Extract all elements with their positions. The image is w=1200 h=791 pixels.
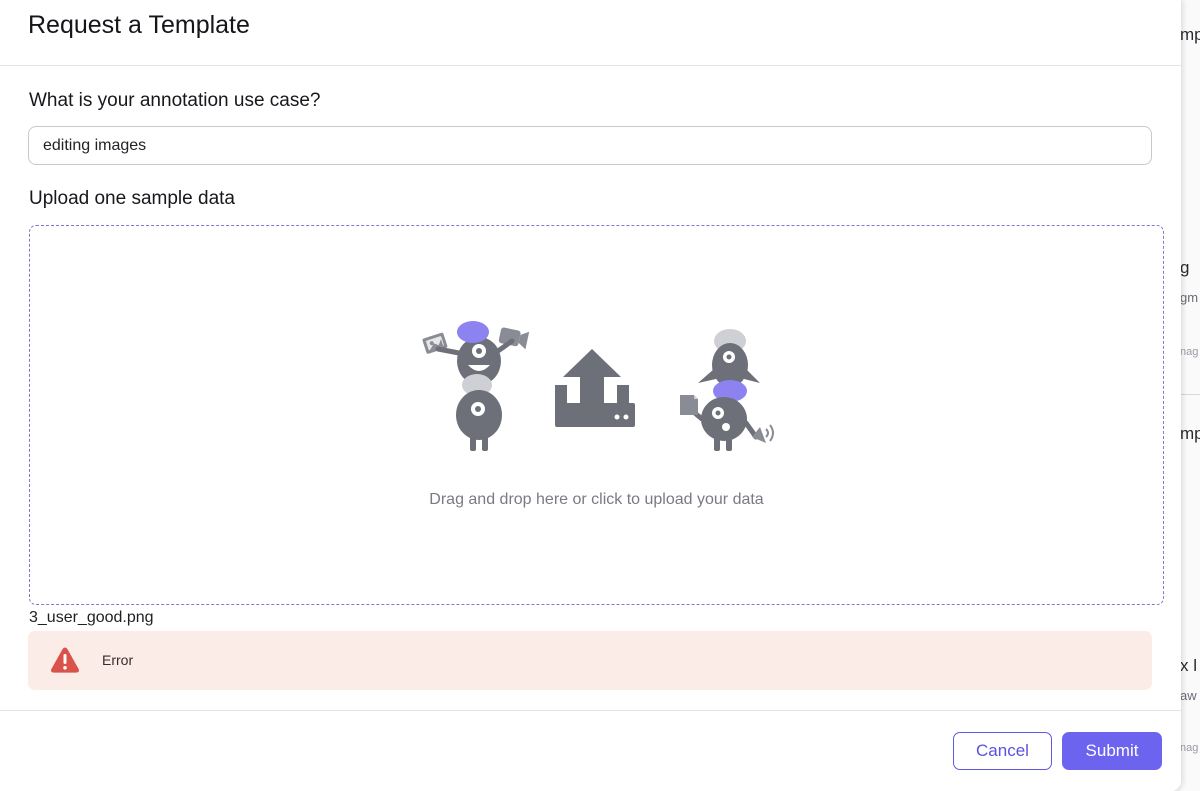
submit-button[interactable]: Submit — [1062, 732, 1162, 770]
cancel-button[interactable]: Cancel — [953, 732, 1052, 770]
uploaded-file-name: 3_user_good.png — [29, 609, 154, 626]
modal-body: What is your annotation use case? Upload… — [0, 67, 1181, 710]
background-text-fragment: mp — [1180, 424, 1200, 443]
upload-label: Upload one sample data — [29, 188, 235, 209]
modal-header: Request a Template — [0, 0, 1181, 66]
error-alert: Error — [28, 631, 1152, 690]
background-divider — [1180, 394, 1200, 395]
warning-triangle-icon — [50, 647, 80, 673]
background-text-fragment: nag — [1180, 346, 1199, 358]
right-monsters — [680, 329, 774, 451]
background-text-fragment: x l — [1180, 656, 1197, 675]
background-text-fragment: g — [1180, 258, 1190, 277]
request-template-modal: Request a Template What is your annotati… — [0, 0, 1181, 791]
background-page-strip: mp g gm nag mp x l aw nag — [1180, 0, 1200, 791]
upload-illustration-icon — [422, 321, 774, 451]
upload-dropzone[interactable]: Drag and drop here or click to upload yo… — [29, 225, 1164, 605]
background-text-fragment: mp — [1180, 25, 1200, 44]
use-case-input[interactable] — [28, 126, 1152, 165]
background-text-fragment: nag — [1180, 742, 1199, 754]
dropzone-hint: Drag and drop here or click to upload yo… — [429, 491, 764, 508]
background-text-fragment: gm — [1180, 290, 1199, 305]
left-monsters — [422, 321, 530, 451]
modal-title: Request a Template — [28, 11, 250, 39]
error-message: Error — [102, 652, 134, 668]
use-case-label: What is your annotation use case? — [29, 90, 321, 111]
background-text-fragment: aw — [1180, 688, 1197, 703]
modal-footer: Cancel Submit — [0, 710, 1181, 791]
upload-arrow — [555, 349, 635, 427]
